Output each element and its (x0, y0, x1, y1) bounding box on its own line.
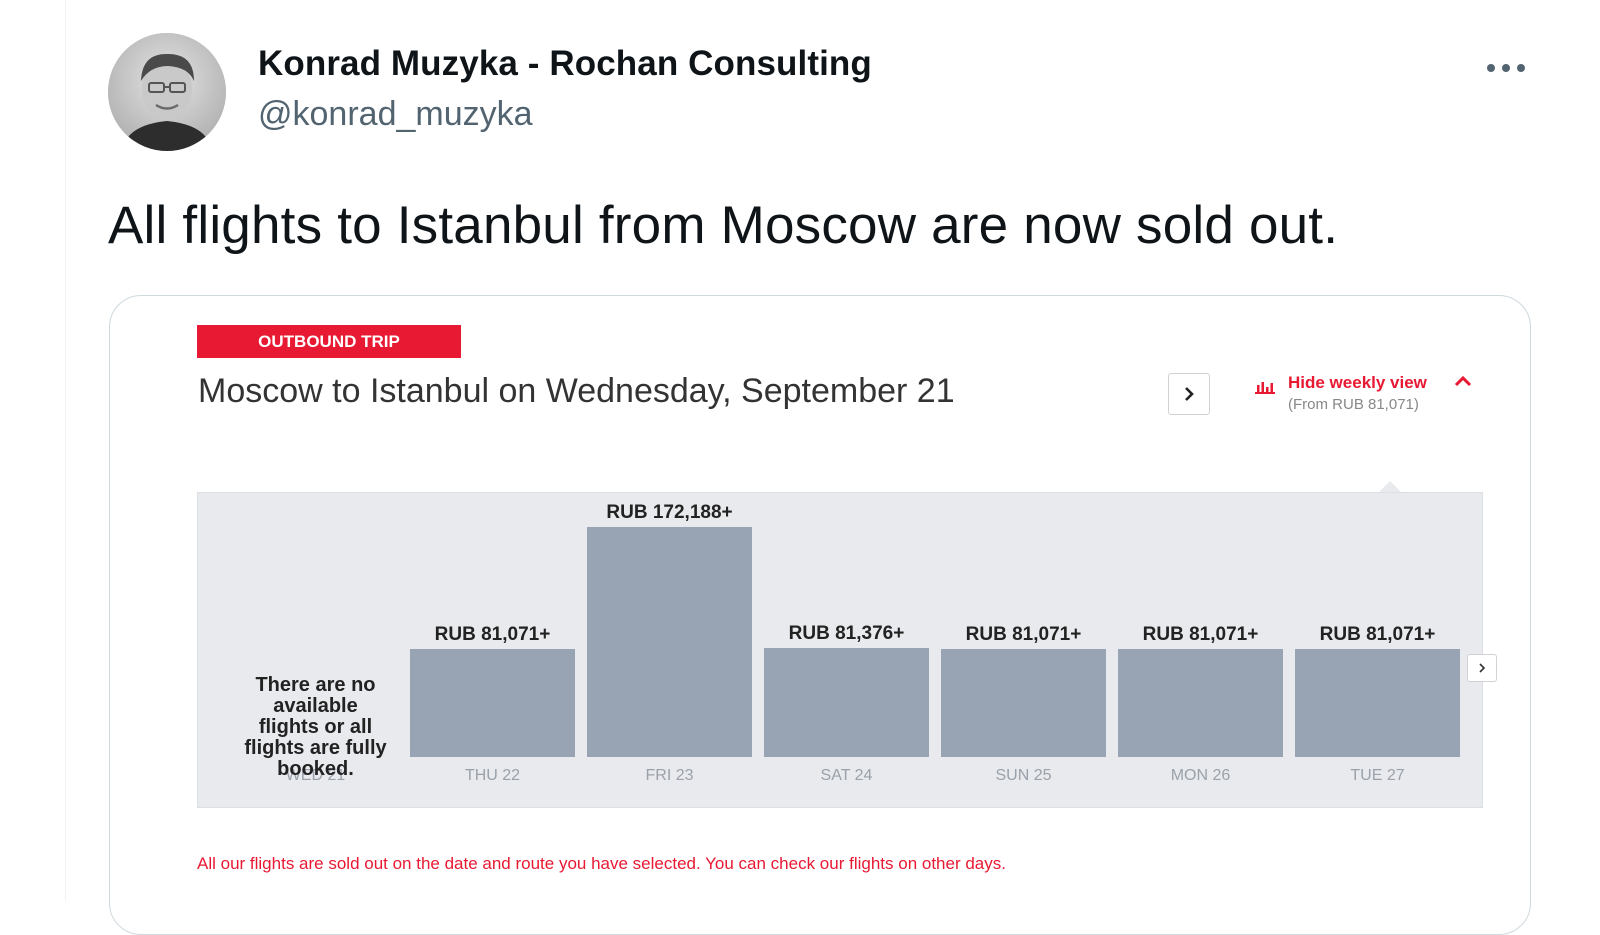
chevron-right-icon (1185, 387, 1194, 401)
timeline-divider (65, 0, 66, 900)
route-title: Moscow to Istanbul on Wednesday, Septemb… (198, 372, 955, 410)
price-bar[interactable] (410, 649, 575, 757)
hide-weekly-view-label[interactable]: Hide weekly view (1288, 373, 1427, 393)
trip-badge: OUTBOUND TRIP (197, 325, 461, 358)
no-flights-message: There are no available flights or all fl… (244, 674, 387, 780)
chevron-up-icon (1454, 375, 1472, 387)
bar-chart-icon (1255, 382, 1275, 394)
day-label[interactable]: THU 22 (404, 767, 581, 785)
price-bar[interactable] (764, 648, 929, 757)
price-label: RUB 81,071+ (1142, 624, 1259, 645)
next-week-button[interactable] (1467, 654, 1497, 682)
next-day-button[interactable] (1168, 373, 1210, 415)
author-handle[interactable]: @konrad_muzyka (258, 95, 533, 134)
tweet-text: All flights to Istanbul from Moscow are … (108, 196, 1339, 255)
price-label: RUB 81,071+ (965, 624, 1082, 645)
avatar[interactable] (108, 33, 226, 151)
chevron-right-icon (1479, 663, 1486, 673)
price-bar[interactable] (1295, 649, 1460, 757)
price-label: RUB 81,071+ (1319, 624, 1436, 645)
day-label[interactable]: TUE 27 (1289, 767, 1466, 785)
day-label[interactable]: SAT 24 (758, 767, 935, 785)
day-label[interactable]: MON 26 (1112, 767, 1289, 785)
sold-out-note: All our flights are sold out on the date… (197, 854, 1006, 873)
day-label[interactable]: FRI 23 (581, 767, 758, 785)
weekly-price-chart: WED 21 There are no available flights or … (197, 492, 1483, 808)
from-price-label: (From RUB 81,071) (1288, 396, 1419, 413)
price-bar[interactable] (941, 649, 1106, 757)
price-label: RUB 172,188+ (606, 502, 733, 523)
price-label: RUB 81,071+ (434, 624, 551, 645)
more-options-button[interactable] (1478, 50, 1534, 86)
author-name[interactable]: Konrad Muzyka - Rochan Consulting (258, 44, 872, 84)
price-bar[interactable] (1118, 649, 1283, 757)
price-bar[interactable] (587, 527, 752, 757)
more-horizontal-icon (1487, 64, 1525, 72)
day-label[interactable]: SUN 25 (935, 767, 1112, 785)
price-label: RUB 81,376+ (788, 623, 905, 644)
